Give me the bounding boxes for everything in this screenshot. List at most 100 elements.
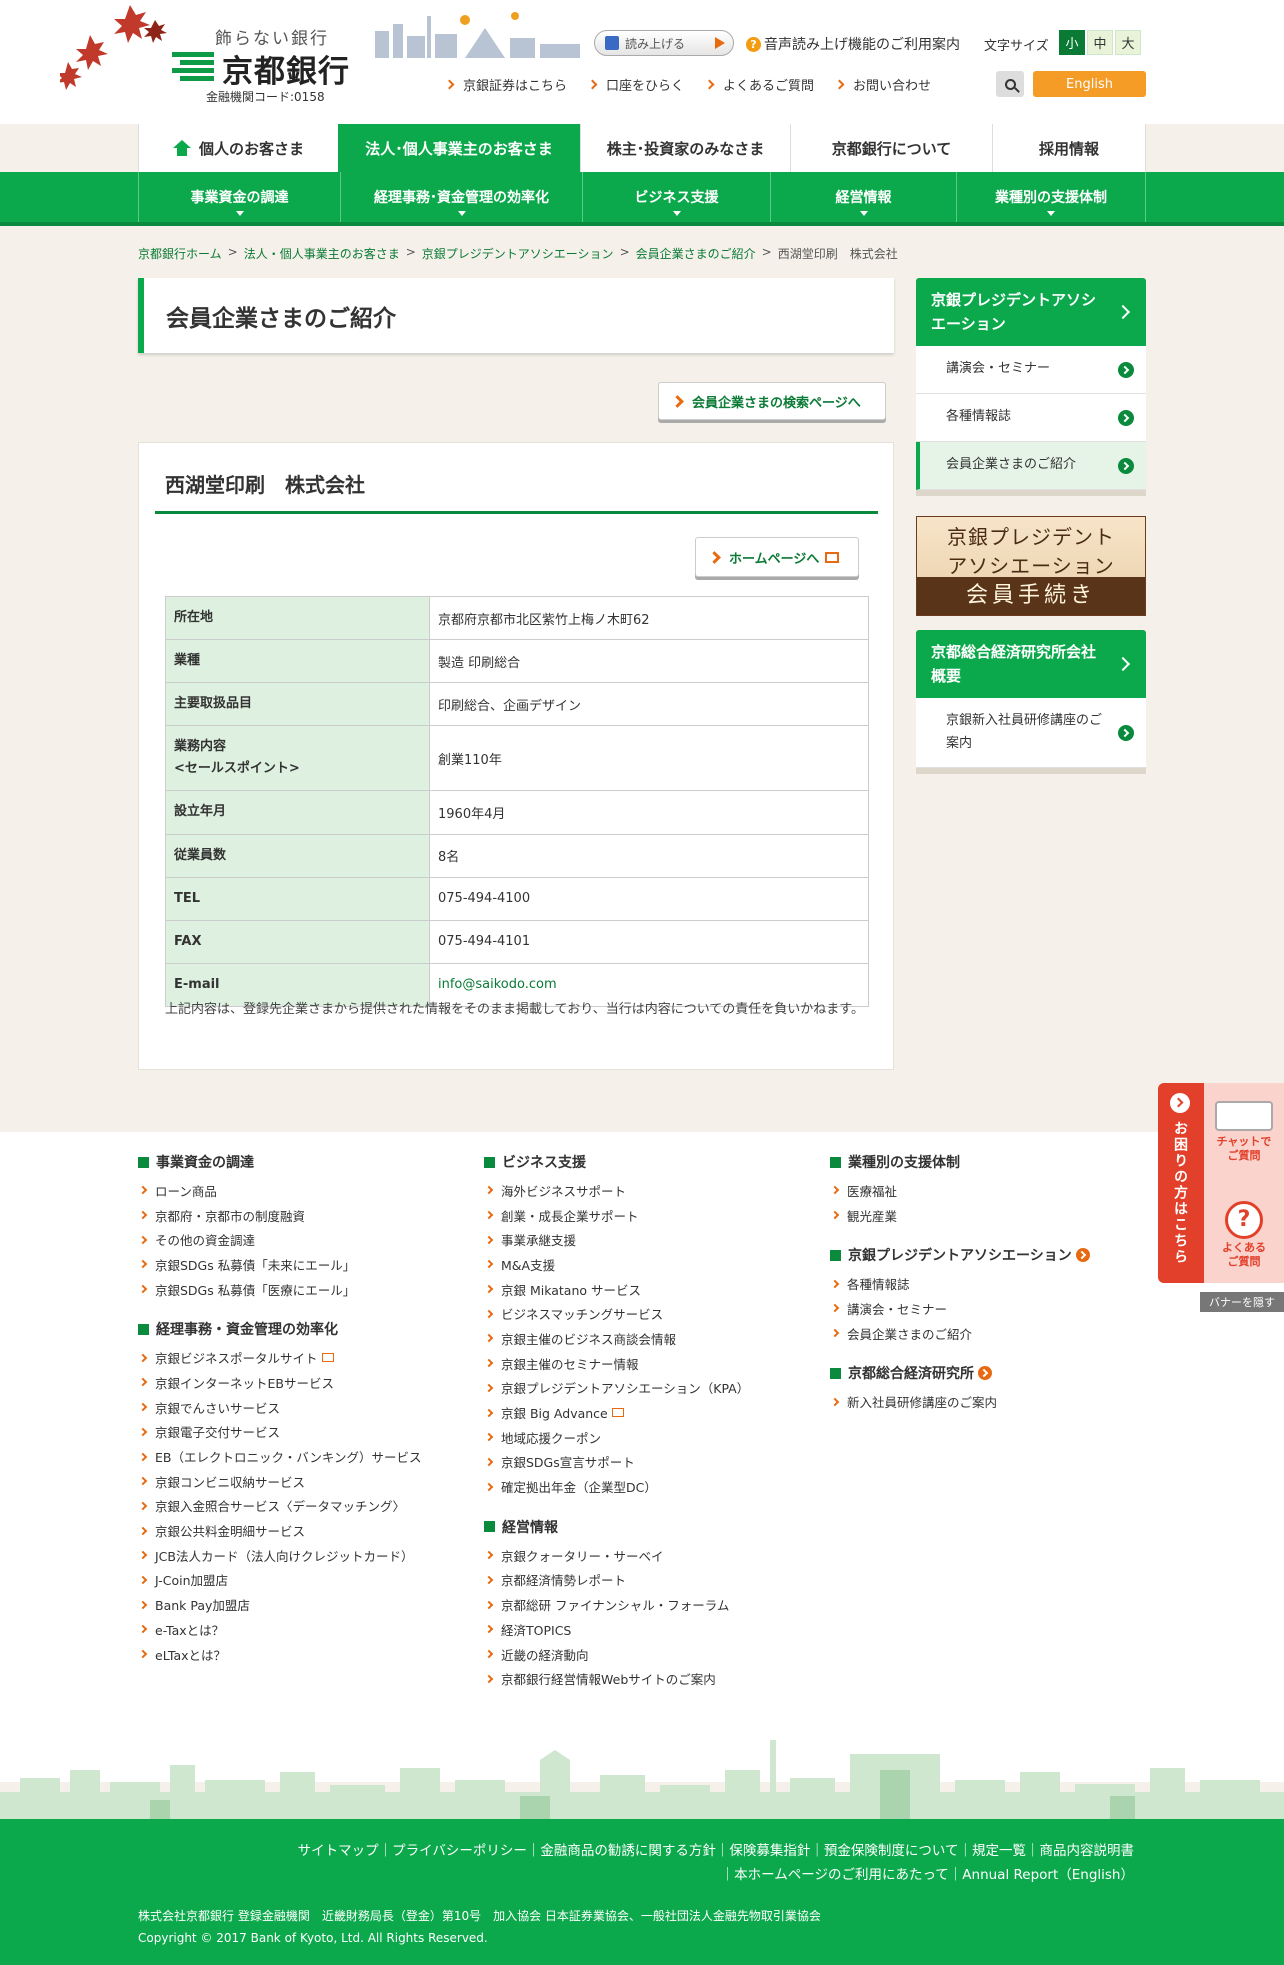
subnav-business-support[interactable]: ビジネス支援 [582, 172, 770, 222]
footer-link[interactable]: その他の資金調達 [138, 1227, 421, 1252]
footer-link[interactable]: 京銀ビジネスポータルサイト [138, 1345, 421, 1370]
footer-link[interactable]: 京都銀行経営情報Webサイトのご案内 [484, 1666, 749, 1691]
subnav-management-info[interactable]: 経営情報 [770, 172, 956, 222]
legal-text: 株式会社京都銀行 登録金融機関 近畿財務局長（登金）第10号 加入協会 日本証券… [138, 1909, 821, 1923]
footer-section-title[interactable]: 業種別の支援体制 [830, 1152, 1090, 1172]
footer-link[interactable]: Bank Pay加盟店 [138, 1592, 421, 1617]
sidebar-kpa-title[interactable]: 京銀プレジデントアソシエーション [916, 278, 1146, 346]
footer-link[interactable]: ローン商品 [138, 1178, 421, 1203]
footer-link[interactable]: e-Taxとは？ [138, 1617, 421, 1642]
footer-link[interactable]: 京銀主催のビジネス商談会情報 [484, 1326, 749, 1351]
member-search-page-button[interactable]: 会員企業さまの検索ページへ [658, 382, 886, 420]
footer-link[interactable]: 海外ビジネスサポート [484, 1178, 749, 1203]
footer-section-title[interactable]: ビジネス支援 [484, 1152, 749, 1172]
footer-link[interactable]: eLTaxとは？ [138, 1642, 421, 1667]
footer-link[interactable]: 講演会・セミナー [830, 1296, 1090, 1321]
footer-link[interactable]: 京都府・京都市の制度融資 [138, 1203, 421, 1228]
footer-section-title[interactable]: 事業資金の調達 [138, 1152, 421, 1172]
nav-corporate[interactable]: 法人･個人事業主のお客さま [338, 124, 580, 172]
footer-link[interactable]: J-Coin加盟店 [138, 1568, 421, 1593]
open-account-link[interactable]: 口座をひらく [587, 75, 684, 94]
bank-logo-name[interactable]: 京都銀行 [222, 46, 350, 91]
footer-link[interactable]: EB（エレクトロニック・バンキング）サービス [138, 1444, 421, 1469]
subnav-efficiency[interactable]: 経理事務･資金管理の効率化 [340, 172, 582, 222]
font-size-small-button[interactable]: 小 [1059, 30, 1085, 55]
sidebar-item-members[interactable]: 会員企業さまのご紹介 [916, 442, 1146, 490]
policy-links-line1[interactable]: サイトマップ｜プライバシーポリシー｜金融商品の勧誘に関する方針｜保険募集指針｜預… [234, 1839, 1134, 1863]
footer-link[interactable]: JCB法人カード（法人向けクレジットカード） [138, 1543, 421, 1568]
homepage-button[interactable]: ホームページへ [695, 537, 859, 577]
help-tab[interactable]: お困りの方はこちら [1158, 1083, 1204, 1283]
footer-link[interactable]: 京銀コンビニ収納サービス [138, 1469, 421, 1494]
nav-recruit[interactable]: 採用情報 [992, 124, 1146, 172]
breadcrumb-home[interactable]: 京都銀行ホーム [138, 245, 222, 262]
chat-question-button[interactable]: チャットで ご質問 [1204, 1101, 1284, 1164]
footer-link[interactable]: 近畿の経済動向 [484, 1642, 749, 1667]
sidebar-item-training[interactable]: 京銀新入社員研修講座のご案内 [916, 698, 1146, 768]
voice-guide-link[interactable]: ? 音声読み上げ機能のご利用案内 [746, 34, 960, 54]
footer-link[interactable]: 経済TOPICS [484, 1617, 749, 1642]
footer-link[interactable]: 京銀電子交付サービス [138, 1420, 421, 1445]
footer-link[interactable]: 京銀プレジデントアソシエーション（KPA） [484, 1376, 749, 1401]
securities-link[interactable]: 京銀証券はこちら [444, 75, 567, 94]
breadcrumb-kpa[interactable]: 京銀プレジデントアソシエーション [422, 245, 614, 262]
footer-link-label: 近畿の経済動向 [501, 1647, 589, 1663]
subnav-industry-support[interactable]: 業種別の支援体制 [956, 172, 1146, 222]
breadcrumb-corporate[interactable]: 法人・個人事業主のお客さま [244, 245, 400, 262]
footer-link[interactable]: 確定拠出年金（企業型DC） [484, 1474, 749, 1499]
search-button[interactable] [996, 71, 1024, 97]
subnav-funding[interactable]: 事業資金の調達 [138, 172, 340, 222]
kpa-membership-banner[interactable]: 京銀プレジデント アソシエーション 会員手続き [916, 516, 1146, 616]
footer-link[interactable]: 京銀主催のセミナー情報 [484, 1351, 749, 1376]
footer-link[interactable]: 京銀インターネットEBサービス [138, 1370, 421, 1395]
policy-links-line2[interactable]: ｜本ホームページのご利用にあたって｜Annual Report（English） [234, 1863, 1134, 1887]
footer-link-label: 京銀でんさいサービス [155, 1400, 281, 1416]
bank-logo-mark[interactable] [172, 52, 214, 82]
contact-link[interactable]: お問い合わせ [834, 75, 931, 94]
sidebar-item-seminar[interactable]: 講演会・セミナー [916, 346, 1146, 394]
read-aloud-button[interactable]: 読み上げる [594, 30, 734, 56]
sidebar-item-magazine[interactable]: 各種情報誌 [916, 394, 1146, 442]
english-button[interactable]: English [1033, 71, 1146, 97]
footer-link[interactable]: 京銀SDGs宣言サポート [484, 1450, 749, 1475]
nav-personal[interactable]: 個人のお客さま [138, 124, 338, 172]
footer-link[interactable]: 京銀入金照合サービス〈データマッチング〉 [138, 1494, 421, 1519]
footer-link[interactable]: 京都経済情勢レポート [484, 1568, 749, 1593]
footer-link[interactable]: M&A支援 [484, 1252, 749, 1277]
footer-link[interactable]: 京都総研 ファイナンシャル・フォーラム [484, 1592, 749, 1617]
external-link-icon [825, 551, 840, 563]
faq-question-button[interactable]: ? よくある ご質問 [1204, 1201, 1284, 1270]
footer-link[interactable]: 会員企業さまのご紹介 [830, 1321, 1090, 1346]
email-link[interactable]: info@saikodo.com [438, 977, 557, 992]
footer-link[interactable]: 京銀公共料金明細サービス [138, 1518, 421, 1543]
footer-link[interactable]: 京銀SDGs 私募債「医療にエール」 [138, 1277, 421, 1302]
breadcrumb-members[interactable]: 会員企業さまのご紹介 [636, 245, 756, 262]
nav-investors[interactable]: 株主･投資家のみなさま [580, 124, 790, 172]
hide-banner-button[interactable]: バナーを隠す [1200, 1292, 1284, 1312]
faq-link[interactable]: よくあるご質問 [704, 75, 814, 94]
nav-about[interactable]: 京都銀行について [790, 124, 992, 172]
sidebar-research-title[interactable]: 京都総合経済研究所会社概要 [916, 630, 1146, 698]
footer-link[interactable]: 創業・成長企業サポート [484, 1203, 749, 1228]
footer-section-title[interactable]: 京都総合経済研究所 [830, 1363, 1090, 1383]
footer-link[interactable]: 京銀でんさいサービス [138, 1395, 421, 1420]
footer-section-title[interactable]: 京銀プレジデントアソシエーション [830, 1245, 1090, 1265]
footer-link[interactable]: 京銀クォータリー・サーベイ [484, 1543, 749, 1568]
footer-link[interactable]: 京銀 Mikatano サービス [484, 1277, 749, 1302]
footer-section: 業種別の支援体制医療福祉 観光産業 [830, 1152, 1090, 1227]
footer-link[interactable]: 新入社員研修講座のご案内 [830, 1389, 1090, 1414]
footer-link[interactable]: 観光産業 [830, 1203, 1090, 1228]
footer-link[interactable]: 各種情報誌 [830, 1271, 1090, 1296]
footer-link[interactable]: 医療福祉 [830, 1178, 1090, 1203]
footer-link[interactable]: ビジネスマッチングサービス [484, 1301, 749, 1326]
footer-link[interactable]: 事業承継支援 [484, 1227, 749, 1252]
footer-link[interactable]: 京銀 Big Advance [484, 1400, 749, 1425]
footer-section-title[interactable]: 経営情報 [484, 1517, 749, 1537]
footer-section-title[interactable]: 経理事務・資金管理の効率化 [138, 1319, 421, 1339]
help-banner[interactable]: お困りの方はこちら チャットで ご質問 ? よくある ご質問 [1158, 1083, 1284, 1283]
font-size-large-button[interactable]: 大 [1115, 30, 1141, 55]
footer-link[interactable]: 京銀SDGs 私募債「未来にエール」 [138, 1252, 421, 1277]
footer-link-list: ローン商品 京都府・京都市の制度融資 その他の資金調達 京銀SDGs 私募債「未来にエ… [138, 1178, 421, 1301]
font-size-medium-button[interactable]: 中 [1087, 30, 1113, 55]
footer-link[interactable]: 地域応援クーポン [484, 1425, 749, 1450]
